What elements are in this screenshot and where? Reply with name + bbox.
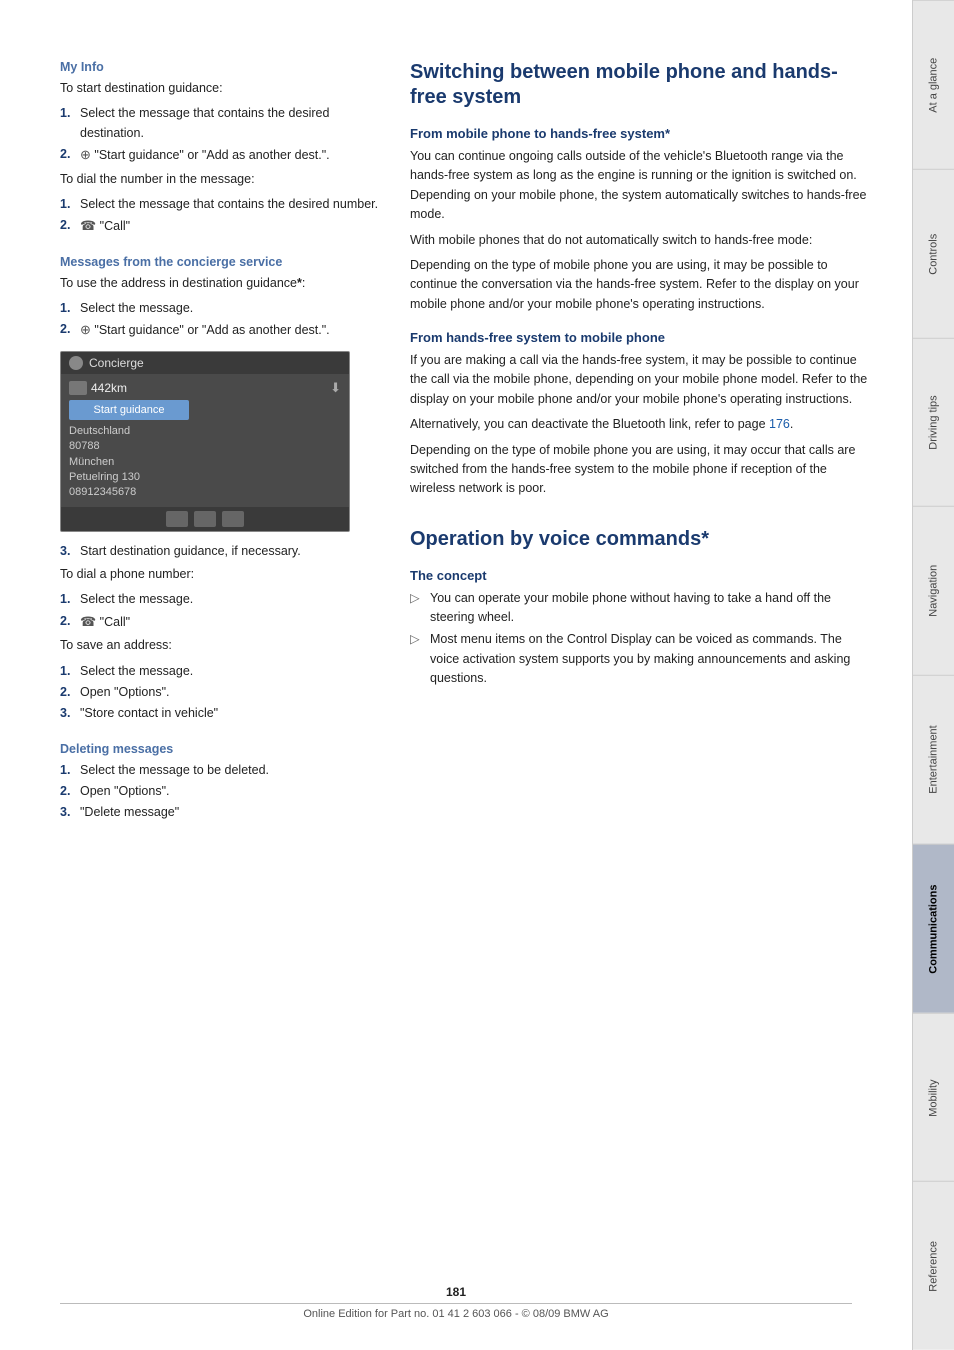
list-item: 2. "Start guidance" or "Add as another d… (60, 145, 380, 165)
sidebar-item-mobility[interactable]: Mobility (913, 1013, 954, 1182)
switching-heading: Switching between mobile phone and hands… (410, 60, 872, 110)
list-item: 1. Select the message that contains the … (60, 195, 380, 214)
list-item: ▷ You can operate your mobile phone with… (410, 589, 872, 628)
list-item: 3. "Store contact in vehicle" (60, 704, 380, 723)
km-value: 442km (91, 381, 127, 395)
sidebar-item-navigation[interactable]: Navigation (913, 506, 954, 675)
call-icon (80, 219, 96, 233)
list-item: 2. Open "Options". (60, 683, 380, 702)
sidebar-item-at-a-glance[interactable]: At a glance (913, 0, 954, 169)
my-info-steps-1: 1. Select the message that contains the … (60, 104, 380, 165)
deleting-heading: Deleting messages (60, 742, 380, 756)
nav-icon (80, 323, 91, 337)
nav-icon (80, 148, 91, 162)
dial-phone-intro: To dial a phone number: (60, 565, 380, 584)
footer-divider (60, 1303, 852, 1304)
sidebar: At a glance Controls Driving tips Naviga… (912, 0, 954, 1350)
page-footer: 181 Online Edition for Part no. 01 41 2 … (0, 1285, 912, 1320)
list-item: 1. Select the message. (60, 590, 380, 609)
list-item: 1. Select the message. (60, 662, 380, 681)
map-icon (69, 381, 87, 395)
from-handsfree-subheading: From hands-free system to mobile phone (410, 330, 872, 345)
concierge-screenshot: Concierge 442km ⬇ Start guidance Deutsch… (60, 351, 350, 532)
page-number: 181 (0, 1285, 912, 1299)
concierge-intro: To use the address in destination guidan… (60, 274, 380, 293)
screenshot-nav-btn-1 (166, 511, 188, 527)
my-info-intro: To start destination guidance: (60, 79, 380, 98)
from-handsfree-text-2: Alternatively, you can deactivate the Bl… (410, 415, 872, 434)
list-item: 2. "Call" (60, 216, 380, 236)
concept-list: ▷ You can operate your mobile phone with… (410, 589, 872, 689)
concierge-logo-icon (69, 356, 83, 370)
call-icon (80, 615, 96, 629)
from-handsfree-text-3: Depending on the type of mobile phone yo… (410, 441, 872, 499)
sidebar-item-communications[interactable]: Communications (913, 844, 954, 1013)
screenshot-nav-btn-3 (222, 511, 244, 527)
sidebar-item-controls[interactable]: Controls (913, 169, 954, 338)
sidebar-item-reference[interactable]: Reference (913, 1181, 954, 1350)
screenshot-title: Concierge (89, 356, 144, 370)
save-address-intro: To save an address: (60, 636, 380, 655)
list-item: 2. "Call" (60, 612, 380, 632)
list-item: 2. Open "Options". (60, 782, 380, 801)
concept-subheading: The concept (410, 568, 872, 583)
sidebar-item-entertainment[interactable]: Entertainment (913, 675, 954, 844)
list-item: 1. Select the message to be deleted. (60, 761, 380, 780)
from-mobile-text-2: With mobile phones that do not automatic… (410, 231, 872, 250)
screenshot-nav-row (61, 507, 349, 531)
arrow-icon: ▷ (410, 630, 424, 688)
dial-phone-steps: 1. Select the message. 2. "Call" (60, 590, 380, 632)
arrow-icon: ▷ (410, 589, 424, 628)
my-info-heading: My Info (60, 60, 380, 74)
dial-intro: To dial the number in the message: (60, 170, 380, 189)
screenshot-km-row: 442km ⬇ (69, 380, 341, 396)
screenshot-arrow: ⬇ (330, 380, 341, 396)
dial-steps: 1. Select the message that contains the … (60, 195, 380, 237)
concierge-steps-1: 1. Select the message. 2. "Start guidanc… (60, 299, 380, 341)
left-column: My Info To start destination guidance: 1… (60, 60, 380, 1310)
footer-text: Online Edition for Part no. 01 41 2 603 … (0, 1308, 912, 1320)
screenshot-nav-btn-2 (194, 511, 216, 527)
from-mobile-subheading: From mobile phone to hands-free system* (410, 126, 872, 141)
screenshot-header: Concierge (61, 352, 349, 374)
screenshot-body: 442km ⬇ Start guidance Deutschland80788M… (61, 374, 349, 507)
from-handsfree-text-1: If you are making a call via the hands-f… (410, 351, 872, 409)
deleting-steps: 1. Select the message to be deleted. 2. … (60, 761, 380, 823)
from-mobile-text-3: Depending on the type of mobile phone yo… (410, 256, 872, 314)
list-item: ▷ Most menu items on the Control Display… (410, 630, 872, 688)
list-item: 3. Start destination guidance, if necess… (60, 542, 380, 561)
list-item: 1. Select the message that contains the … (60, 104, 380, 143)
sidebar-item-driving-tips[interactable]: Driving tips (913, 338, 954, 507)
step-3-list: 3. Start destination guidance, if necess… (60, 542, 380, 561)
list-item: 3. "Delete message" (60, 803, 380, 822)
page-ref-link[interactable]: 176 (769, 417, 790, 431)
list-item: 1. Select the message. (60, 299, 380, 318)
screenshot-address: Deutschland80788MünchenPetuelring 130089… (69, 424, 341, 501)
operation-heading: Operation by voice commands* (410, 527, 872, 552)
save-address-steps: 1. Select the message. 2. Open "Options"… (60, 662, 380, 724)
from-mobile-text-1: You can continue ongoing calls outside o… (410, 147, 872, 225)
start-guidance-btn: Start guidance (69, 400, 189, 420)
right-column: Switching between mobile phone and hands… (410, 60, 872, 1310)
list-item: 2. "Start guidance" or "Add as another d… (60, 320, 380, 340)
concierge-heading: Messages from the concierge service (60, 255, 380, 269)
